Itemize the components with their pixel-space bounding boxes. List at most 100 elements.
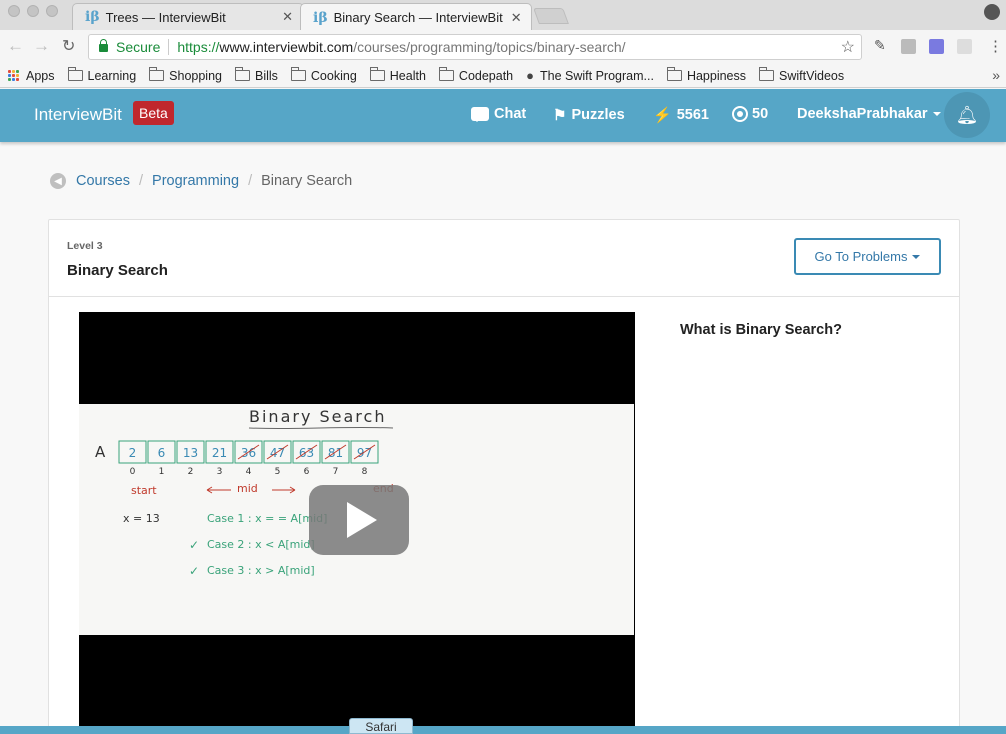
- breadcrumb-separator: /: [248, 173, 253, 189]
- apps-icon: [8, 69, 20, 82]
- case-2: Case 2 : x < A[mid]: [207, 538, 315, 551]
- nav-chat-label: Chat: [494, 106, 527, 122]
- extension-purple-icon[interactable]: [929, 39, 944, 54]
- beta-badge: Beta: [133, 101, 174, 125]
- nav-chat[interactable]: Chat: [471, 106, 526, 122]
- lock-icon: [99, 39, 108, 52]
- dock-app-label[interactable]: Safari: [349, 718, 413, 734]
- bookmarks-bar: Apps Learning Shopping Bills Cooking Hea…: [0, 64, 1006, 88]
- bookmark-bills[interactable]: Bills: [234, 67, 278, 83]
- nav-puzzles-label: Puzzles: [571, 107, 625, 123]
- bookmark-cooking[interactable]: Cooking: [290, 67, 357, 83]
- extension-faded-icon[interactable]: [957, 39, 972, 54]
- array-indices: 0 1 2 3 4 5 6 7 8: [130, 467, 368, 477]
- new-tab-button[interactable]: [533, 8, 569, 24]
- play-button[interactable]: [309, 485, 409, 555]
- url-scheme: https://: [177, 39, 220, 55]
- array-index: 0: [130, 467, 136, 477]
- array-index: 7: [333, 467, 339, 477]
- site-logo[interactable]: InterviewBit: [34, 105, 122, 125]
- browser-menu-icon[interactable]: ⋮: [988, 37, 1003, 55]
- site-header: InterviewBit Beta Chat ⚑ Puzzles ⚡ 5561 …: [0, 89, 1006, 142]
- close-tab-icon[interactable]: ✕: [282, 9, 293, 25]
- notifications-button[interactable]: 🔔︎: [944, 92, 990, 138]
- apple-icon: ●: [526, 68, 534, 83]
- tab-title: Binary Search — InterviewBit: [333, 10, 503, 25]
- breadcrumb-programming[interactable]: Programming: [152, 173, 239, 189]
- video-player[interactable]: Binary Search A 2 6 13 21 36 47 63 81 97 0123456…: [79, 312, 635, 732]
- folder-icon: [290, 67, 306, 81]
- folder-icon: [149, 67, 165, 81]
- array-cell-value: 21: [212, 446, 227, 460]
- array-index: 3: [217, 467, 223, 477]
- extension-gray-icon[interactable]: [901, 39, 916, 54]
- folder-icon: [67, 67, 83, 81]
- interviewbit-favicon-icon: iβ: [85, 9, 100, 25]
- bookmark-label: Health: [389, 68, 426, 83]
- chat-icon: [471, 107, 489, 122]
- forward-arrow-icon[interactable]: →: [33, 36, 50, 56]
- nav-puzzles[interactable]: ⚑ Puzzles: [553, 106, 625, 124]
- bookmark-label: Codepath: [458, 68, 514, 83]
- folder-icon: [369, 67, 385, 81]
- target-icon: [732, 106, 748, 122]
- streak-value: 50: [752, 106, 769, 122]
- check-icon: ✓: [189, 538, 199, 552]
- topic-card: Level 3 Binary Search Go To Problems Bin…: [48, 219, 960, 734]
- tab-strip: iβ Trees — InterviewBit ✕ iβ Binary Sear…: [0, 0, 1006, 31]
- bookmark-star-icon[interactable]: ☆: [841, 37, 855, 57]
- back-arrow-icon[interactable]: ←: [7, 36, 24, 56]
- check-icon: ✓: [189, 564, 199, 578]
- level-label: Level 3: [67, 240, 103, 252]
- breadcrumb-separator: /: [139, 173, 144, 189]
- zoom-window-button[interactable]: [46, 5, 58, 17]
- user-menu[interactable]: DeekshaPrabhakar: [797, 106, 941, 122]
- bookmark-label: Bills: [254, 68, 278, 83]
- array-index: 8: [362, 467, 368, 477]
- bookmark-label: Learning: [87, 68, 137, 83]
- array-cell-value: 2: [129, 446, 137, 460]
- bookmark-swift-programming[interactable]: ● The Swift Program...: [526, 68, 654, 83]
- array-index: 5: [275, 467, 281, 477]
- more-bookmarks-icon[interactable]: »: [992, 67, 1000, 83]
- tab-binary-search[interactable]: iβ Binary Search — InterviewBit ✕: [300, 3, 532, 31]
- minimize-window-button[interactable]: [27, 5, 39, 17]
- bookmark-codepath[interactable]: Codepath: [438, 67, 514, 83]
- browser-window: iβ Trees — InterviewBit ✕ iβ Binary Sear…: [0, 0, 1006, 734]
- bookmark-swiftvideos[interactable]: SwiftVideos: [759, 67, 845, 83]
- breadcrumb-courses[interactable]: Courses: [76, 173, 130, 189]
- bookmark-health[interactable]: Health: [369, 67, 426, 83]
- go-to-problems-label: Go To Problems: [814, 249, 908, 264]
- folder-icon: [438, 67, 454, 81]
- bookmark-label: Shopping: [169, 68, 222, 83]
- close-tab-icon[interactable]: ✕: [511, 10, 522, 26]
- bookmark-happiness[interactable]: Happiness: [666, 67, 747, 83]
- bookmark-label: Happiness: [686, 68, 747, 83]
- address-bar[interactable]: Secure https://www.interviewbit.com/cour…: [88, 34, 862, 60]
- bookmark-shopping[interactable]: Shopping: [149, 67, 222, 83]
- bookmark-label: SwiftVideos: [779, 68, 845, 83]
- topic-title: Binary Search: [67, 262, 168, 279]
- nav-score[interactable]: ⚡ 5561: [653, 106, 709, 124]
- nav-streak[interactable]: 50: [732, 106, 768, 122]
- profile-icon[interactable]: [984, 4, 1000, 20]
- go-to-problems-button[interactable]: Go To Problems: [794, 238, 941, 275]
- tab-title: Trees — InterviewBit: [105, 9, 226, 25]
- case-3: Case 3 : x > A[mid]: [207, 564, 315, 577]
- flag-icon: ⚑: [553, 107, 567, 124]
- bookmark-apps[interactable]: Apps: [8, 69, 55, 83]
- array-index: 1: [159, 467, 165, 477]
- close-window-button[interactable]: [8, 5, 20, 17]
- start-label: start: [131, 484, 157, 497]
- tab-trees[interactable]: iβ Trees — InterviewBit ✕: [72, 3, 304, 30]
- slide-heading: Binary Search: [249, 407, 386, 426]
- bookmark-learning[interactable]: Learning: [67, 67, 137, 83]
- eyedropper-extension-icon[interactable]: ✎: [874, 37, 889, 53]
- back-circle-icon[interactable]: ◀: [50, 173, 66, 189]
- score-value: 5561: [676, 107, 709, 123]
- mid-label: mid: [237, 482, 258, 495]
- reload-icon[interactable]: ↻: [62, 36, 75, 56]
- section-question: What is Binary Search?: [680, 322, 842, 338]
- bell-icon: 🔔︎: [955, 104, 979, 125]
- chevron-down-icon: [912, 254, 921, 259]
